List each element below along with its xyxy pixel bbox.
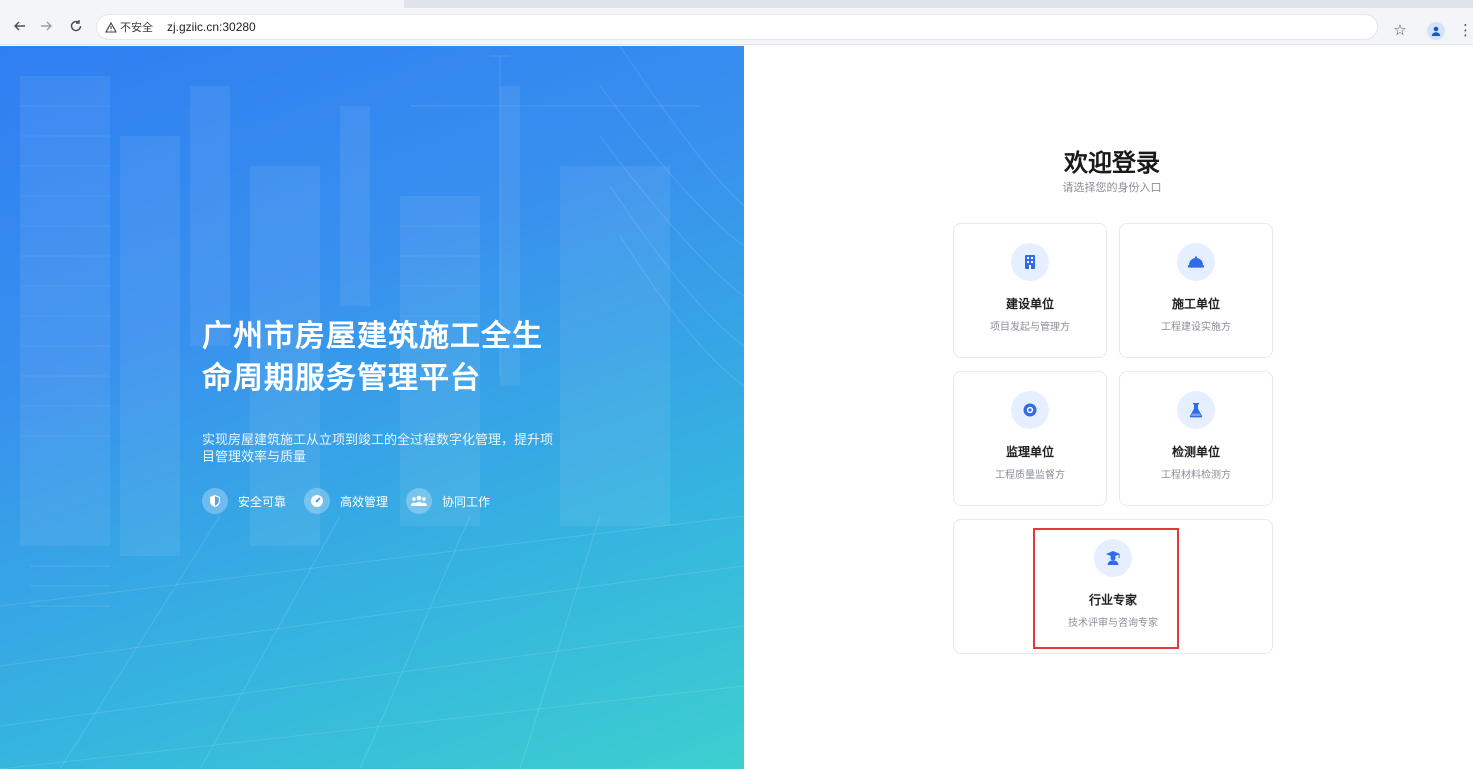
role-name: 检测单位 (1171, 445, 1220, 459)
warning-triangle-icon (105, 21, 117, 33)
role-card-contractor[interactable]: 施工单位 工程建设实施方 (1119, 223, 1273, 358)
role-name: 施工单位 (1171, 297, 1220, 311)
reload-button[interactable] (64, 14, 88, 38)
role-desc: 工程材料检测方 (1161, 470, 1231, 481)
role-name: 监理单位 (1005, 445, 1054, 459)
address-bar[interactable]: 不安全 zj.gziic.cn:30280 (96, 14, 1378, 40)
feature-label: 高效管理 (340, 494, 389, 509)
role-name: 建设单位 (1005, 297, 1054, 311)
gauge-icon (304, 488, 331, 514)
browser-toolbar: 不安全 zj.gziic.cn:30280 ☆ ⋮ (0, 8, 1473, 45)
forward-button[interactable] (34, 14, 58, 38)
shield-icon (202, 488, 228, 514)
tab-strip (0, 0, 1473, 8)
hero-subtitle: 实现房屋建筑施工从立项到竣工的全过程数字化管理，提升项目管理效率与质量 (202, 433, 554, 465)
bookmark-star-icon[interactable]: ☆ (1392, 22, 1408, 38)
role-name: 行业专家 (1088, 593, 1137, 607)
feature-list: 安全可靠 高效管理 协同工作 (202, 488, 722, 514)
role-desc: 工程质量监督方 (995, 470, 1065, 481)
arrow-left-icon (14, 21, 25, 31)
hardhat-icon (1177, 243, 1215, 281)
feature-secure: 安全可靠 (202, 488, 286, 514)
feature-collab: 协同工作 (406, 488, 490, 514)
role-card-expert[interactable]: 行业专家 技术评审与咨询专家 (953, 519, 1273, 654)
role-card-supervisor[interactable]: 监理单位 工程质量监督方 (953, 371, 1107, 506)
feature-label: 安全可靠 (238, 494, 287, 509)
person-icon (1431, 26, 1441, 36)
security-indicator[interactable]: 不安全 (105, 19, 153, 35)
profile-avatar[interactable] (1427, 22, 1445, 40)
feature-label: 协同工作 (442, 494, 491, 509)
users-icon (406, 488, 433, 514)
flask-icon (1177, 391, 1215, 429)
security-label: 不安全 (120, 21, 153, 34)
hero-panel: 广州市房屋建筑施工全生命周期服务管理平台 实现房屋建筑施工从立项到竣工的全过程数… (0, 46, 744, 769)
role-card-testing[interactable]: 检测单位 工程材料检测方 (1119, 371, 1273, 506)
arrow-right-icon (41, 21, 52, 31)
building-icon (1011, 243, 1049, 281)
role-desc: 项目发起与管理方 (990, 322, 1070, 333)
role-desc: 工程建设实施方 (1161, 322, 1231, 333)
hero-content: 广州市房屋建筑施工全生命周期服务管理平台 实现房屋建筑施工从立项到竣工的全过程数… (202, 316, 722, 514)
reload-icon (70, 20, 82, 32)
hero-title: 广州市房屋建筑施工全生命周期服务管理平台 (202, 319, 543, 396)
browser-menu-icon[interactable]: ⋮ (1458, 20, 1473, 40)
graduate-icon (1094, 539, 1132, 577)
feature-efficient: 高效管理 (304, 488, 388, 514)
back-button[interactable] (8, 14, 32, 38)
eye-icon (1011, 391, 1049, 429)
url-text[interactable]: zj.gziic.cn:30280 (167, 20, 256, 34)
active-tab[interactable] (0, 0, 404, 8)
role-card-construction-owner[interactable]: 建设单位 项目发起与管理方 (953, 223, 1107, 358)
role-desc: 技术评审与咨询专家 (1068, 618, 1158, 629)
login-panel: 欢迎登录 请选择您的身份入口 建设单位 项目发起与管理方 施工单位 工程建设实施… (744, 46, 1473, 769)
login-title: 欢迎登录 (1064, 149, 1160, 177)
login-subtitle: 请选择您的身份入口 (1062, 181, 1162, 194)
